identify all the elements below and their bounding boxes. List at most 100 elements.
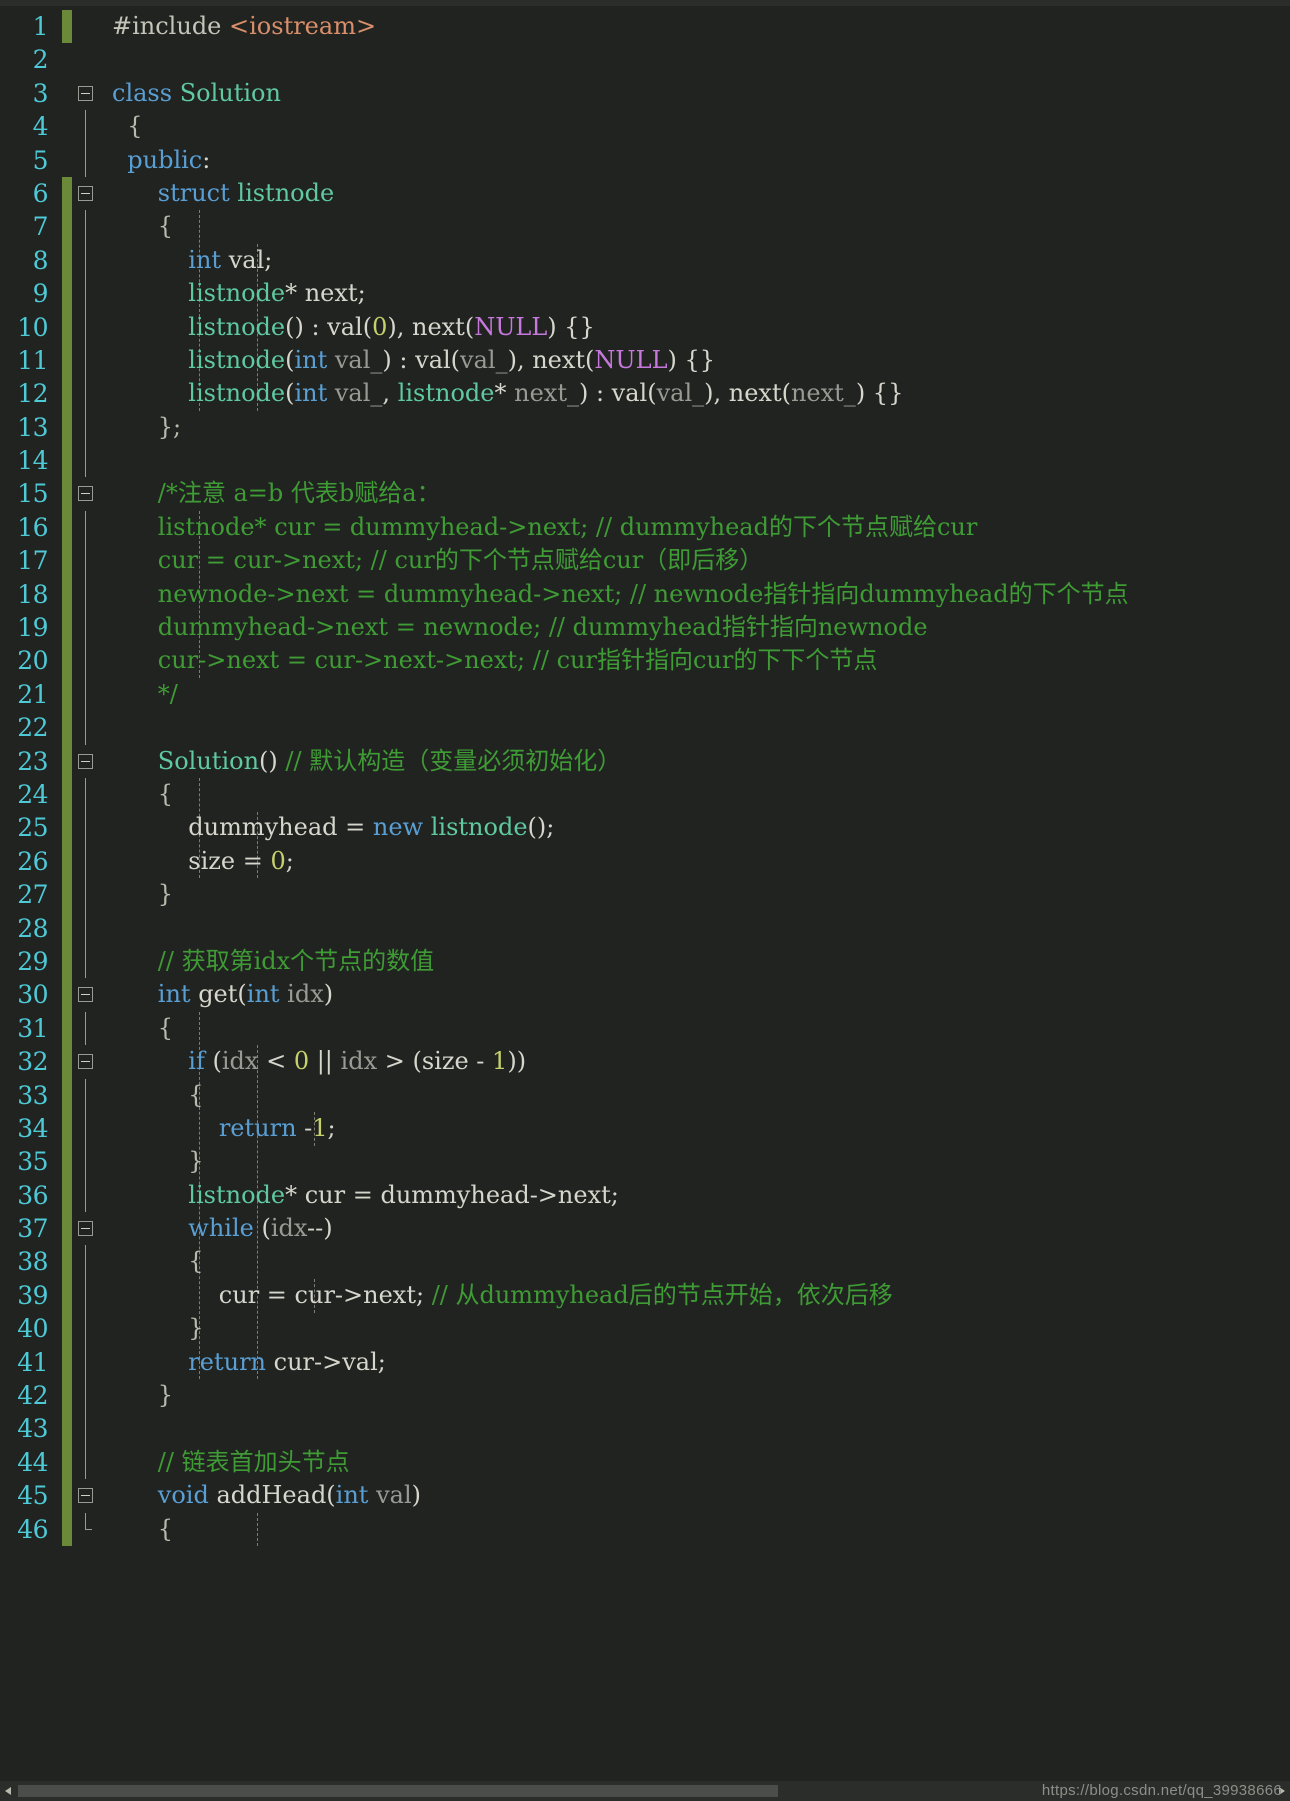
line-number[interactable]: 12 [0,377,62,410]
code-line[interactable]: listnode* cur = dummyhead->next; [102,1179,1290,1212]
line-number[interactable]: 22 [0,711,62,744]
code-line[interactable]: dummyhead->next = newnode; // dummyhead指… [102,611,1290,644]
code-line[interactable]: listnode() : val(0), next(NULL) {} [102,311,1290,344]
line-number[interactable]: 42 [0,1379,62,1412]
code-line[interactable]: { [102,210,1290,243]
line-number[interactable]: 37 [0,1212,62,1245]
line-number[interactable]: 29 [0,945,62,978]
line-number[interactable]: 36 [0,1179,62,1212]
line-number[interactable]: 34 [0,1112,62,1145]
line-number[interactable]: 43 [0,1412,62,1445]
code-line[interactable]: class Solution [102,77,1290,110]
line-number[interactable]: 28 [0,912,62,945]
line-number[interactable]: 17 [0,544,62,577]
code-line[interactable]: #include <iostream> [102,10,1290,43]
fold-collapse-icon[interactable] [78,85,93,101]
line-number[interactable]: 16 [0,511,62,544]
code-line[interactable]: } [102,878,1290,911]
line-number[interactable]: 46 [0,1513,62,1546]
code-folding-column[interactable] [72,6,102,1781]
code-line[interactable]: cur = cur->next; // 从dummyhead后的节点开始，依次后… [102,1279,1290,1312]
code-line[interactable]: public: [102,144,1290,177]
code-line[interactable]: // 获取第idx个节点的数值 [102,945,1290,978]
code-line[interactable]: return cur->val; [102,1346,1290,1379]
code-line[interactable]: void addHead(int val) [102,1479,1290,1512]
code-line[interactable]: newnode->next = dummyhead->next; // newn… [102,578,1290,611]
code-content-area[interactable]: #include <iostream> class Solution { pub… [102,6,1290,1781]
code-line[interactable]: // 链表首加头节点 [102,1446,1290,1479]
code-line[interactable]: { [102,1012,1290,1045]
line-number[interactable]: 5 [0,144,62,177]
line-number[interactable]: 31 [0,1012,62,1045]
fold-collapse-icon[interactable] [78,987,93,1003]
line-number[interactable]: 30 [0,978,62,1011]
code-line[interactable]: */ [102,678,1290,711]
line-number[interactable]: 13 [0,411,62,444]
code-line[interactable] [102,444,1290,477]
line-number[interactable]: 6 [0,177,62,210]
code-line[interactable] [102,711,1290,744]
code-line[interactable]: { [102,1079,1290,1112]
code-line[interactable]: dummyhead = new listnode(); [102,811,1290,844]
line-number[interactable]: 18 [0,578,62,611]
code-line[interactable]: { [102,778,1290,811]
code-line[interactable]: { [102,110,1290,143]
line-number[interactable]: 7 [0,210,62,243]
fold-collapse-icon[interactable] [78,753,93,769]
line-number[interactable]: 38 [0,1245,62,1278]
scroll-left-arrow-icon[interactable] [0,1782,18,1800]
line-number[interactable]: 21 [0,678,62,711]
line-number[interactable]: 24 [0,778,62,811]
code-line[interactable]: /*注意 a=b 代表b赋给a： [102,477,1290,510]
line-number[interactable]: 20 [0,644,62,677]
fold-collapse-icon[interactable] [78,1221,93,1237]
line-number[interactable]: 39 [0,1279,62,1312]
code-line[interactable]: listnode(int val_) : val(val_), next(NUL… [102,344,1290,377]
code-line[interactable]: } [102,1145,1290,1178]
line-number[interactable]: 9 [0,277,62,310]
line-number[interactable]: 14 [0,444,62,477]
horizontal-scroll-thumb[interactable] [18,1785,778,1797]
line-number[interactable]: 8 [0,244,62,277]
line-number[interactable]: 45 [0,1479,62,1512]
line-number[interactable]: 25 [0,811,62,844]
code-line[interactable]: if (idx < 0 || idx > (size - 1)) [102,1045,1290,1078]
line-number[interactable]: 19 [0,611,62,644]
line-number[interactable]: 10 [0,311,62,344]
code-line[interactable]: int get(int idx) [102,978,1290,1011]
line-number[interactable]: 35 [0,1145,62,1178]
fold-collapse-icon[interactable] [78,486,93,502]
code-line[interactable]: cur = cur->next; // cur的下个节点赋给cur（即后移） [102,544,1290,577]
code-line[interactable]: { [102,1245,1290,1278]
code-line[interactable]: } [102,1312,1290,1345]
code-line[interactable]: return -1; [102,1112,1290,1145]
line-number[interactable]: 11 [0,344,62,377]
line-number[interactable]: 1 [0,10,62,43]
code-line[interactable]: Solution() // 默认构造（变量必须初始化） [102,745,1290,778]
line-number[interactable]: 4 [0,110,62,143]
fold-collapse-icon[interactable] [78,1054,93,1070]
line-number[interactable]: 44 [0,1446,62,1479]
line-number[interactable]: 26 [0,845,62,878]
line-number-gutter[interactable]: 1 2 3 4 5 6 7 8 9 10 11 12 13 14 15 16 17 18 19 20 21 22 23 24 2… [0,6,62,1781]
line-number[interactable]: 27 [0,878,62,911]
line-number[interactable]: 3 [0,77,62,110]
line-number[interactable]: 40 [0,1312,62,1345]
line-number[interactable]: 2 [0,43,62,76]
code-line[interactable]: struct listnode [102,177,1290,210]
line-number[interactable]: 23 [0,745,62,778]
code-line[interactable]: { [102,1513,1290,1546]
fold-collapse-icon[interactable] [78,185,93,201]
line-number[interactable]: 15 [0,477,62,510]
code-line[interactable]: size = 0; [102,845,1290,878]
line-number[interactable]: 32 [0,1045,62,1078]
code-line[interactable]: while (idx--) [102,1212,1290,1245]
code-line[interactable] [102,43,1290,76]
line-number[interactable]: 41 [0,1346,62,1379]
code-line[interactable]: } [102,1379,1290,1412]
code-line[interactable]: }; [102,411,1290,444]
fold-collapse-icon[interactable] [78,1488,93,1504]
code-line[interactable]: listnode* cur = dummyhead->next; // dumm… [102,511,1290,544]
code-line[interactable]: int val; [102,244,1290,277]
code-line[interactable]: listnode(int val_, listnode* next_) : va… [102,377,1290,410]
